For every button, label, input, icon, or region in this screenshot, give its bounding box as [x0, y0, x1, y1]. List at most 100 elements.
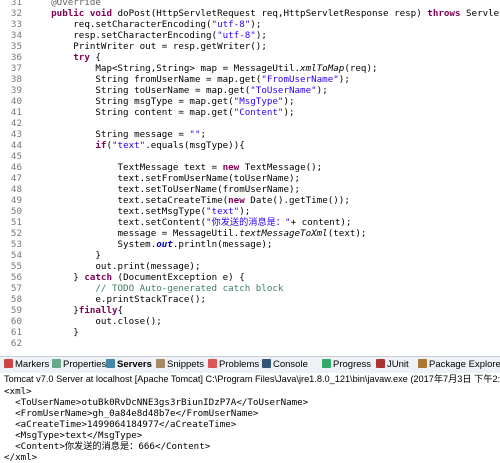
tab-snippets[interactable]: Snippets [156, 357, 204, 373]
code-editor[interactable]: 31 @Override 32 public void doPost(HttpSe… [0, 0, 500, 350]
line-number: 43 [10, 129, 22, 140]
line-number: 59 [10, 305, 22, 316]
code-line: 59 }finally{ [0, 305, 500, 316]
code-line: 37 Map<String,String> map = MessageUtil.… [0, 63, 500, 74]
code-text: } catch (DocumentException e) { [29, 272, 245, 283]
code-text: PrintWriter out = resp.getWriter(); [29, 41, 267, 52]
code-line: 46 TextMessage text = new TextMessage(); [0, 162, 500, 173]
line-number: 45 [10, 151, 22, 162]
line-number: 58 [10, 294, 22, 305]
console-line: </xml> [4, 452, 38, 463]
package-explorer-icon [418, 359, 427, 368]
code-line: 33 req.setCharacterEncoding("utf-8"); [0, 19, 500, 30]
code-line: 61 } [0, 327, 500, 338]
console-panel[interactable]: Tomcat v7.0 Server at localhost [Apache … [0, 373, 500, 463]
code-line: 56 } catch (DocumentException e) { [0, 272, 500, 283]
code-text: req.setCharacterEncoding("utf-8"); [29, 19, 262, 30]
tab-console[interactable]: Console [262, 357, 308, 373]
console-line: <FromUserName>gh_0a84e8d48b7e</FromUserN… [4, 408, 259, 419]
tab-label: JUnit [387, 359, 409, 370]
tab-label: Package Explorer [429, 359, 500, 370]
code-text: text.setToUserName(fromUserName); [29, 184, 301, 195]
code-text: out.close(); [29, 316, 162, 327]
code-line: 51 text.setContent("你发送的消息是："+ content); [0, 217, 500, 228]
tab-servers[interactable]: Servers [106, 357, 152, 373]
code-text: message = MessageUtil.textMessageToXml(t… [29, 228, 367, 239]
line-number: 56 [10, 272, 22, 283]
code-line: 38 String fromUserName = map.get("FromUs… [0, 74, 500, 85]
code-line: 48 text.setToUserName(fromUserName); [0, 184, 500, 195]
code-text: try { [29, 52, 101, 63]
console-line: <aCreateTime>1499064184977</aCreateTime> [4, 419, 237, 430]
console-icon [262, 359, 271, 368]
console-line: <MsgType>text</MsgType> [4, 430, 143, 441]
code-text: public void doPost(HttpServletRequest re… [29, 8, 500, 19]
code-text: resp.setCharacterEncoding("utf-8"); [29, 30, 267, 41]
code-line: 44 if("text".equals(msgType)){ [0, 140, 500, 151]
line-number: 44 [10, 140, 22, 151]
code-text: String toUserName = map.get("ToUserName"… [29, 85, 328, 96]
line-number: 61 [10, 327, 22, 338]
tab-progress[interactable]: Progress [322, 357, 371, 373]
code-line: 53 System.out.println(message); [0, 239, 500, 250]
line-number: 49 [10, 195, 22, 206]
code-line: 50 text.setMsgType("text"); [0, 206, 500, 217]
code-line: 62 [0, 338, 500, 349]
code-line: 43 String message = ""; [0, 129, 500, 140]
code-text: String message = ""; [29, 129, 207, 140]
line-number: 31 [10, 0, 22, 8]
tab-label: Servers [117, 359, 152, 370]
line-number: 40 [10, 96, 22, 107]
code-line: 58 e.printStackTrace(); [0, 294, 500, 305]
code-line: 54 } [0, 250, 500, 261]
code-text: // TODO Auto-generated catch block [29, 283, 284, 294]
code-line: 60 out.close(); [0, 316, 500, 327]
line-number: 48 [10, 184, 22, 195]
code-line: 40 String msgType = map.get("MsgType"); [0, 96, 500, 107]
tab-label: Progress [333, 359, 372, 370]
tab-package-explorer[interactable]: Package Explorer [418, 357, 500, 373]
code-text: e.printStackTrace(); [29, 294, 207, 305]
code-text: String fromUserName = map.get("FromUserN… [29, 74, 350, 85]
code-line: 55 out.print(message); [0, 261, 500, 272]
code-text: } [29, 327, 79, 338]
code-text: out.print(message); [29, 261, 201, 272]
line-number: 33 [10, 19, 22, 30]
line-number: 52 [10, 228, 22, 239]
code-text: if("text".equals(msgType)){ [29, 140, 245, 151]
code-text: } [29, 250, 101, 261]
line-number: 46 [10, 162, 22, 173]
properties-icon [52, 359, 61, 368]
tab-label: Properties [63, 359, 107, 370]
code-text: Map<String,String> map = MessageUtil.xml… [29, 63, 378, 74]
tab-markers[interactable]: Markers [4, 357, 49, 373]
markers-icon [4, 359, 13, 368]
problems-icon [208, 359, 217, 368]
tab-label: Markers [15, 359, 50, 370]
line-number: 53 [10, 239, 22, 250]
line-number: 47 [10, 173, 22, 184]
line-number: 50 [10, 206, 22, 217]
tab-properties[interactable]: Properties [52, 357, 106, 373]
line-number: 57 [10, 283, 22, 294]
tab-label: Problems [219, 359, 260, 370]
code-text: @Override [29, 0, 101, 8]
code-text: }finally{ [29, 305, 124, 316]
line-number: 38 [10, 74, 22, 85]
line-number: 36 [10, 52, 22, 63]
line-number: 55 [10, 261, 22, 272]
line-number: 62 [10, 338, 22, 349]
code-line: 39 String toUserName = map.get("ToUserNa… [0, 85, 500, 96]
line-number: 60 [10, 316, 22, 327]
line-number: 32 [10, 8, 22, 19]
tab-problems[interactable]: Problems [208, 357, 259, 373]
line-number: 51 [10, 217, 22, 228]
line-number: 54 [10, 250, 22, 261]
code-text: text.setaCreateTime(new Date().getTime()… [29, 195, 350, 206]
tab-junit[interactable]: JUnit [376, 357, 409, 373]
code-line: 35 PrintWriter out = resp.getWriter(); [0, 41, 500, 52]
tab-label: Snippets [167, 359, 204, 370]
code-text: text.setFromUserName(toUserName); [29, 173, 301, 184]
code-text: text.setMsgType("text"); [29, 206, 251, 217]
snippets-icon [156, 359, 165, 368]
